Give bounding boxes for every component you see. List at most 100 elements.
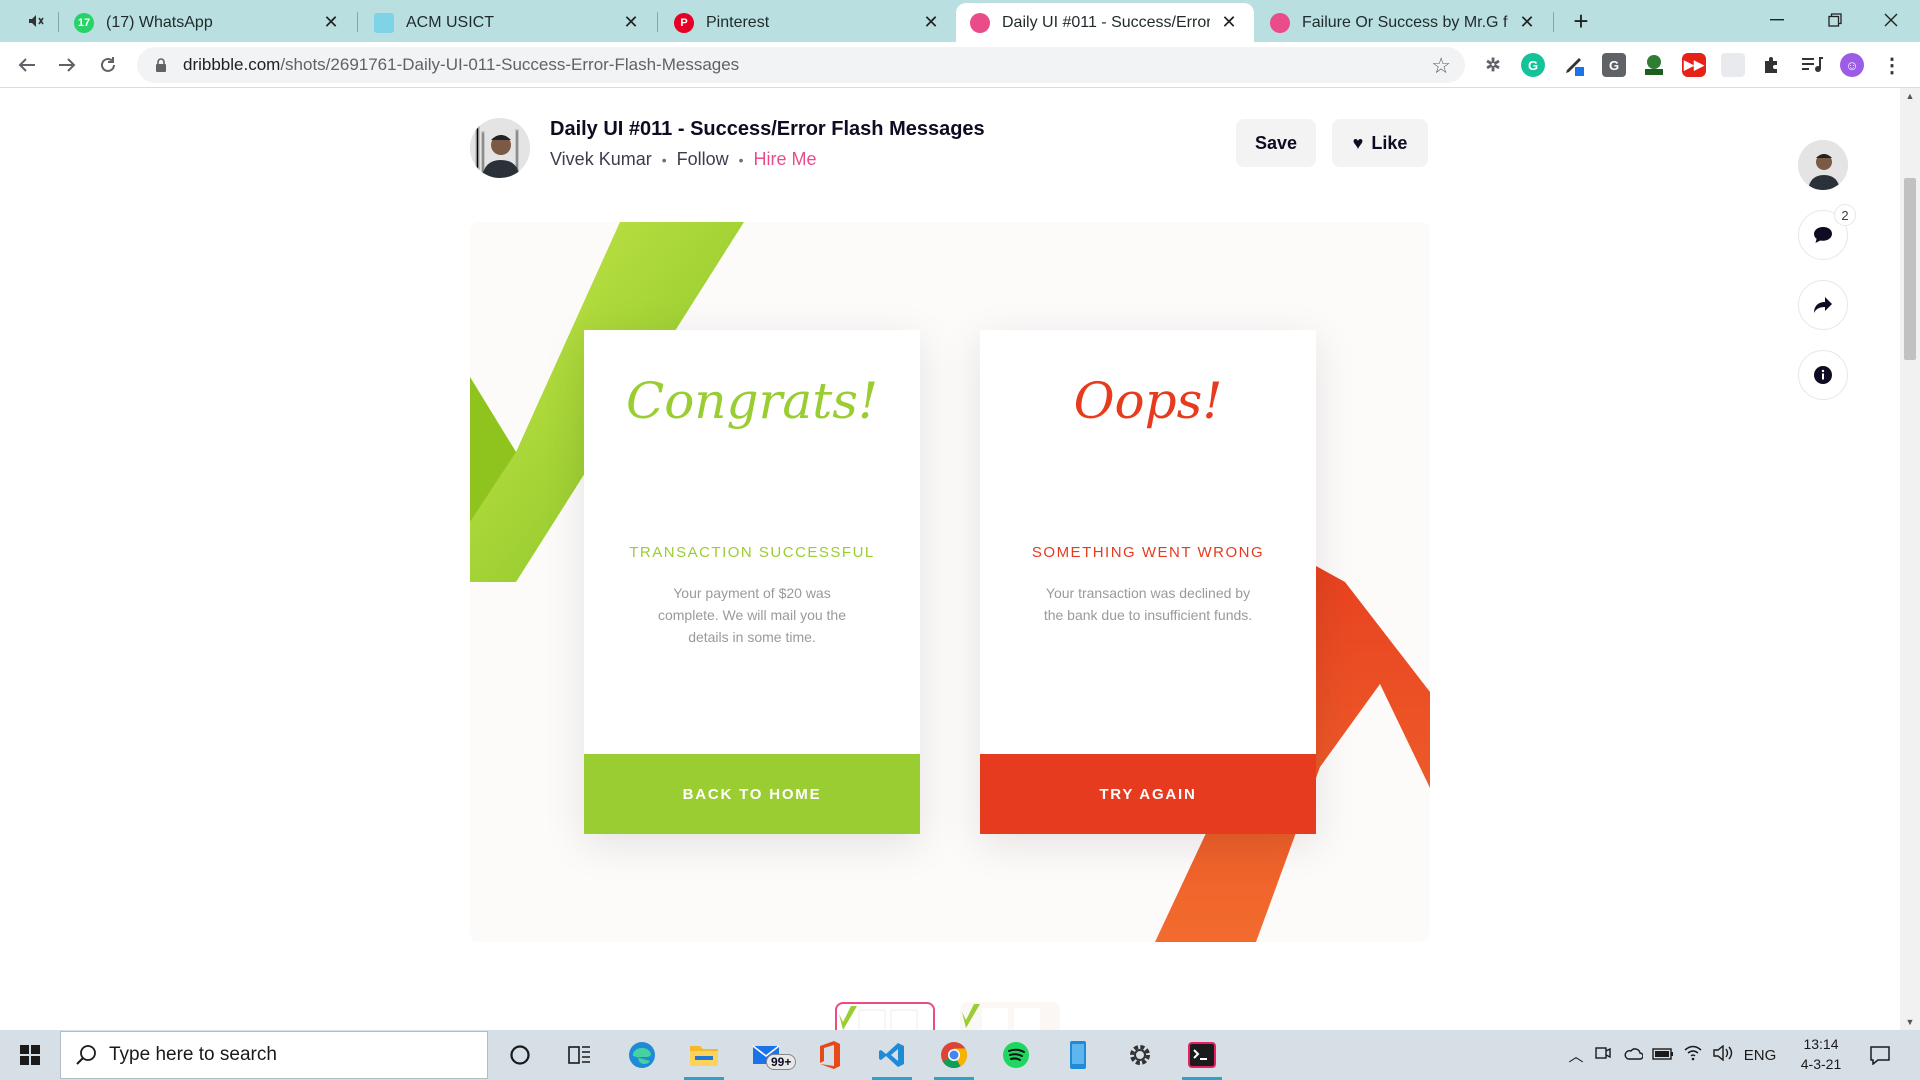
dribbble-icon bbox=[970, 12, 990, 33]
pen-extension-icon[interactable] bbox=[1562, 53, 1586, 77]
task-view-icon[interactable] bbox=[552, 1030, 608, 1080]
phone-app-icon[interactable] bbox=[1050, 1030, 1106, 1080]
restore-button[interactable] bbox=[1806, 0, 1864, 40]
tab-separator bbox=[1553, 12, 1554, 32]
windows-start-button[interactable] bbox=[0, 1030, 60, 1080]
file-explorer-icon[interactable] bbox=[676, 1030, 732, 1080]
comment-count-badge: 2 bbox=[1834, 204, 1856, 226]
tab-close-icon[interactable]: ✕ bbox=[1218, 12, 1240, 34]
volume-icon[interactable] bbox=[1708, 1044, 1738, 1065]
share-icon bbox=[1814, 297, 1832, 313]
tab-pinterest[interactable]: P Pinterest ✕ bbox=[660, 3, 956, 42]
new-tab-button[interactable]: + bbox=[1566, 6, 1596, 36]
reload-button[interactable] bbox=[93, 50, 123, 80]
success-card: Congrats! TRANSACTION SUCCESSFUL Your pa… bbox=[584, 330, 920, 834]
back-to-home-button[interactable]: BACK TO HOME bbox=[584, 754, 920, 834]
notifications-icon[interactable] bbox=[1852, 1030, 1908, 1080]
profile-avatar[interactable]: ☺ bbox=[1840, 53, 1864, 77]
tab-close-icon[interactable]: ✕ bbox=[920, 12, 942, 34]
error-heading: SOMETHING WENT WRONG bbox=[1031, 544, 1265, 561]
onedrive-cloud-icon[interactable] bbox=[1618, 1047, 1648, 1064]
heart-icon: ♥ bbox=[1352, 132, 1364, 153]
show-hidden-icons-chevron-icon[interactable]: ︿ bbox=[1564, 1045, 1588, 1066]
meet-now-icon[interactable] bbox=[1588, 1046, 1618, 1064]
tab-title: Daily UI #011 - Success/Error Flash bbox=[1002, 13, 1210, 31]
bookmark-star-icon[interactable]: ☆ bbox=[1431, 53, 1451, 79]
tab-search-icon[interactable] bbox=[18, 8, 54, 34]
media-control-icon[interactable] bbox=[1800, 53, 1824, 77]
clock[interactable]: 13:14 4-3-21 bbox=[1786, 1034, 1856, 1074]
edge-icon[interactable] bbox=[614, 1030, 670, 1080]
minimize-button[interactable] bbox=[1748, 0, 1806, 40]
success-heading: TRANSACTION SUCCESSFUL bbox=[629, 544, 875, 561]
cortana-icon[interactable] bbox=[492, 1030, 548, 1080]
tab-whatsapp[interactable]: 17 (17) WhatsApp ✕ bbox=[60, 3, 356, 42]
taskbar-search-box[interactable]: Type here to search bbox=[60, 1031, 488, 1079]
shot-thumbnail[interactable] bbox=[835, 1002, 935, 1030]
shot-thumbnail[interactable] bbox=[960, 1002, 1060, 1030]
mail-icon[interactable]: 99+ bbox=[740, 1030, 797, 1080]
scroll-up-arrow[interactable]: ▲ bbox=[1900, 88, 1920, 104]
windows-logo-icon bbox=[20, 1045, 40, 1065]
forward-button[interactable] bbox=[52, 50, 82, 80]
scroll-down-arrow[interactable]: ▼ bbox=[1900, 1014, 1920, 1030]
tab-separator bbox=[657, 12, 658, 32]
office-icon[interactable] bbox=[802, 1030, 858, 1080]
byline-separator: • bbox=[738, 151, 744, 168]
wifi-icon[interactable] bbox=[1678, 1045, 1708, 1065]
language-indicator[interactable]: ENG bbox=[1738, 1047, 1782, 1064]
scrollbar-thumb[interactable] bbox=[1904, 178, 1916, 360]
tab-title: (17) WhatsApp bbox=[106, 13, 213, 31]
follow-link[interactable]: Follow bbox=[677, 149, 729, 170]
g-extension-icon[interactable]: G bbox=[1602, 53, 1626, 77]
chrome-icon[interactable] bbox=[926, 1030, 982, 1080]
tab-acm-usict[interactable]: ACM USICT ✕ bbox=[360, 3, 656, 42]
author-avatar[interactable] bbox=[470, 118, 530, 178]
tab-title: ACM USICT bbox=[406, 13, 494, 31]
tab-daily-ui[interactable]: Daily UI #011 - Success/Error Flash ✕ bbox=[956, 3, 1254, 42]
system-tray: ︿ ENG bbox=[1564, 1030, 1782, 1080]
tab-title: Pinterest bbox=[706, 13, 770, 31]
clock-date: 4-3-21 bbox=[1800, 1056, 1842, 1072]
search-placeholder: Type here to search bbox=[109, 1044, 277, 1065]
whatsapp-icon: 17 bbox=[74, 12, 94, 33]
settings-gear-icon[interactable] bbox=[1112, 1030, 1168, 1080]
bug-extension-icon[interactable]: ✲ bbox=[1481, 53, 1505, 77]
spotify-icon[interactable] bbox=[988, 1030, 1044, 1080]
search-icon bbox=[76, 1045, 96, 1065]
share-button[interactable] bbox=[1798, 280, 1848, 330]
address-bar[interactable]: dribbble.com/shots/2691761-Daily-UI-011-… bbox=[137, 47, 1465, 83]
save-button[interactable]: Save bbox=[1236, 119, 1316, 167]
tab-failure-success[interactable]: Failure Or Success by Mr.G for SD ✕ bbox=[1256, 3, 1552, 42]
blank-extension-icon[interactable] bbox=[1721, 53, 1745, 77]
vscode-icon[interactable] bbox=[864, 1030, 920, 1080]
side-author-avatar[interactable] bbox=[1798, 140, 1848, 190]
hire-me-link[interactable]: Hire Me bbox=[754, 149, 817, 170]
terminal-icon[interactable] bbox=[1174, 1030, 1230, 1080]
html-extension-icon[interactable] bbox=[1642, 53, 1666, 77]
lock-icon bbox=[156, 58, 166, 72]
pinterest-icon: P bbox=[674, 12, 694, 33]
mail-badge: 99+ bbox=[766, 1054, 797, 1070]
page-scrollbar[interactable]: ▲ ▼ bbox=[1900, 88, 1920, 1030]
tab-close-icon[interactable]: ✕ bbox=[620, 12, 642, 34]
browser-toolbar: dribbble.com/shots/2691761-Daily-UI-011-… bbox=[0, 42, 1920, 88]
url-path: /shots/2691761-Daily-UI-011-Success-Erro… bbox=[280, 55, 740, 74]
youtube-extension-icon[interactable]: ▶▶ bbox=[1682, 53, 1706, 77]
chrome-menu-icon[interactable]: ⋮ bbox=[1880, 53, 1904, 77]
url-host: dribbble.com bbox=[183, 55, 281, 74]
try-again-button[interactable]: TRY AGAIN bbox=[980, 754, 1316, 834]
extensions-puzzle-icon[interactable] bbox=[1760, 53, 1784, 77]
tab-separator bbox=[357, 12, 358, 32]
error-message: Your transaction was declined by the ban… bbox=[1043, 585, 1253, 623]
author-name[interactable]: Vivek Kumar bbox=[550, 149, 652, 170]
grammarly-extension-icon[interactable]: G bbox=[1521, 53, 1545, 77]
back-button[interactable] bbox=[12, 50, 42, 80]
close-window-button[interactable] bbox=[1862, 0, 1920, 40]
like-button[interactable]: ♥ Like bbox=[1332, 119, 1428, 167]
tab-close-icon[interactable]: ✕ bbox=[1516, 12, 1538, 34]
tab-close-icon[interactable]: ✕ bbox=[320, 12, 342, 34]
details-button[interactable] bbox=[1798, 350, 1848, 400]
shot-title: Daily UI #011 - Success/Error Flash Mess… bbox=[550, 118, 985, 140]
battery-icon[interactable] bbox=[1648, 1047, 1678, 1064]
